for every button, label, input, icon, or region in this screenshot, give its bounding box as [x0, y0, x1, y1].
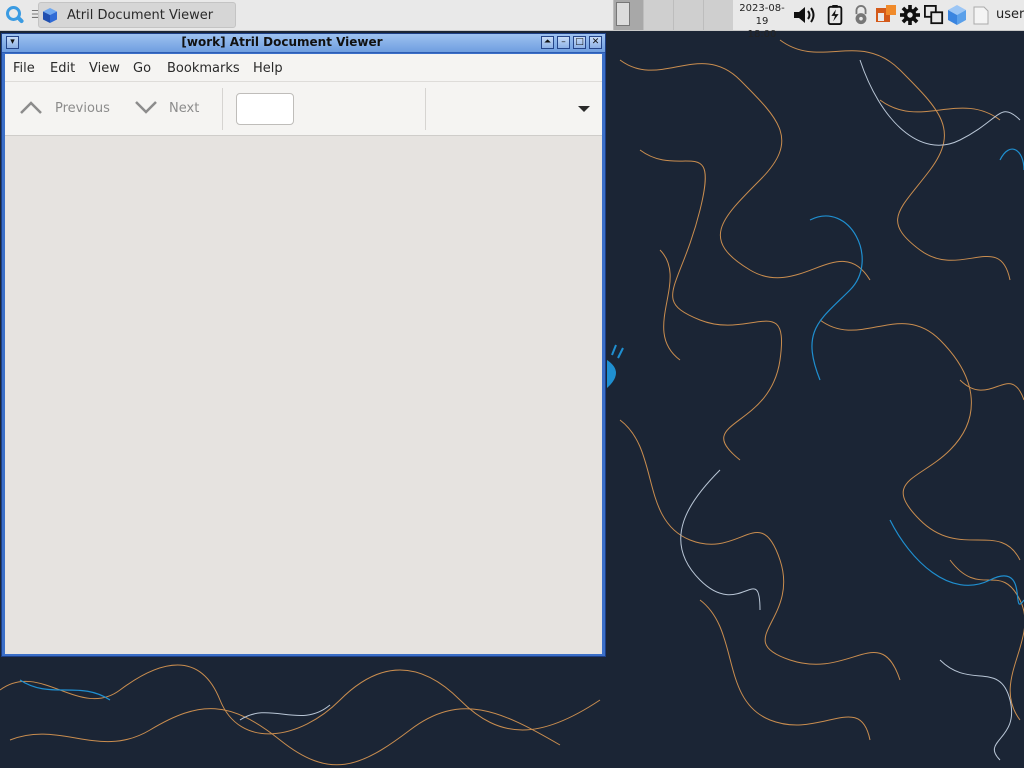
taskbar-item-atril[interactable]: Atril Document Viewer — [38, 2, 236, 28]
lock-icon[interactable] — [852, 5, 870, 25]
menu-help[interactable]: Help — [253, 61, 283, 76]
workspace-3[interactable] — [673, 0, 703, 30]
volume-icon[interactable] — [793, 5, 819, 25]
page-number-input[interactable] — [236, 93, 294, 125]
chevron-down-icon — [135, 101, 157, 114]
close-button[interactable]: ✕ — [589, 36, 602, 49]
chevron-up-icon — [20, 101, 42, 114]
next-page-button[interactable]: Next — [131, 82, 211, 135]
panel-clock[interactable]: 2023-08-19 18:00 — [734, 2, 790, 41]
workspace-2[interactable] — [643, 0, 673, 30]
top-panel: ☰ Atril Document Viewer 2023-08-19 18:00 — [0, 0, 1024, 40]
menu-file[interactable]: File — [13, 61, 35, 76]
atril-window: ▾ [work] Atril Document Viewer ⏶ – □ ✕ F… — [1, 33, 606, 657]
workspace-4[interactable] — [703, 0, 733, 30]
zoom-dropdown-arrow-icon[interactable] — [578, 106, 590, 112]
shade-button[interactable]: ⏶ — [541, 36, 554, 49]
window-title: [work] Atril Document Viewer — [181, 35, 383, 49]
menu-bar: File Edit View Go Bookmarks Help — [5, 54, 602, 82]
clock-time: 18:00 — [747, 29, 777, 40]
workspace-1[interactable] — [613, 0, 643, 30]
minimize-button[interactable]: – — [557, 36, 570, 49]
clock-date: 2023-08-19 — [739, 3, 785, 27]
previous-label: Previous — [55, 101, 110, 116]
document-view-area[interactable] — [5, 136, 602, 654]
file-icon[interactable] — [972, 5, 990, 25]
battery-icon[interactable] — [826, 5, 844, 25]
user-label[interactable]: user — [996, 7, 1024, 22]
window-client-area: File Edit View Go Bookmarks Help Previou… — [5, 54, 602, 654]
window-list-icon[interactable] — [923, 5, 945, 25]
app-cube-tray-icon[interactable] — [948, 5, 966, 25]
gear-icon[interactable] — [899, 5, 921, 25]
atril-cube-icon — [43, 8, 57, 23]
menu-view[interactable]: View — [89, 61, 120, 76]
start-menu-icon[interactable] — [4, 5, 26, 27]
maximize-button[interactable]: □ — [573, 36, 586, 49]
taskbar-item-label: Atril Document Viewer — [67, 8, 214, 23]
previous-page-button[interactable]: Previous — [15, 82, 115, 135]
toolbar: Previous Next — [5, 82, 602, 136]
menu-edit[interactable]: Edit — [50, 61, 75, 76]
update-notifier-icon[interactable] — [875, 5, 897, 25]
next-label: Next — [169, 101, 200, 116]
toolbar-separator — [425, 88, 426, 130]
menu-bookmarks[interactable]: Bookmarks — [167, 61, 240, 76]
toolbar-separator — [222, 88, 223, 130]
menu-go[interactable]: Go — [133, 61, 151, 76]
window-titlebar[interactable]: ▾ [work] Atril Document Viewer ⏶ – □ ✕ — [2, 34, 605, 53]
